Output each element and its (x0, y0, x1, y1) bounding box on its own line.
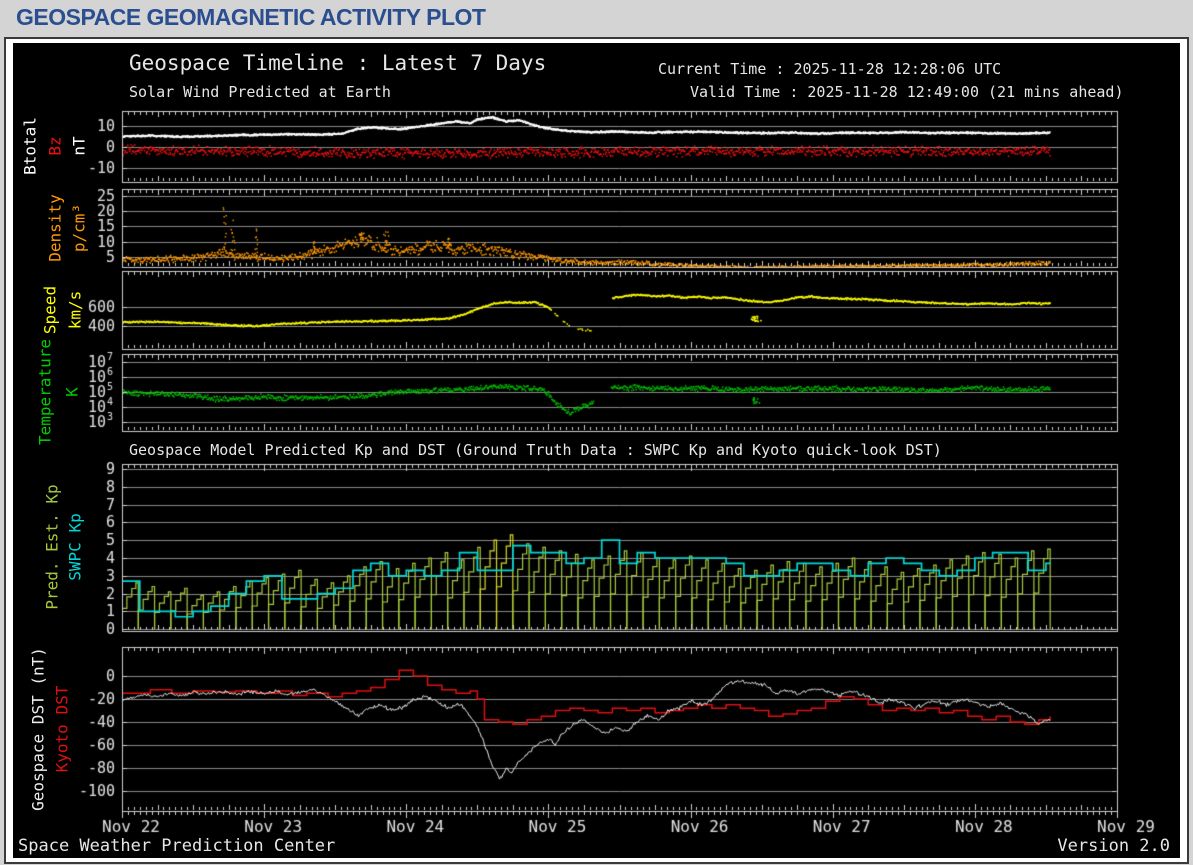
axis-label-pcm3: p/cm³ (70, 204, 89, 252)
axis-label-kms: km/s (66, 291, 85, 330)
kp-dst-section-title: Geospace Model Predicted Kp and DST (Gro… (129, 441, 942, 459)
axis-label-temperature: Temperature (36, 339, 55, 445)
footer-version: Version 2.0 (1057, 836, 1170, 856)
axis-label-kelvin: K (63, 387, 82, 397)
plot-title: Geospace Timeline : Latest 7 Days (129, 51, 546, 75)
geospace-activity-page: GEOSPACE GEOMAGNETIC ACTIVITY PLOT Geosp… (0, 0, 1193, 865)
footer-swpc: Space Weather Prediction Center (18, 836, 335, 856)
plot-frame: Geospace Timeline : Latest 7 Days Curren… (4, 37, 1189, 864)
plot-background: Geospace Timeline : Latest 7 Days Curren… (13, 43, 1180, 858)
axis-label-pred-est-kp: Pred. Est. Kp (43, 484, 62, 609)
axis-label-btotal: Btotal (21, 117, 40, 175)
solar-wind-subtitle: Solar Wind Predicted at Earth (129, 83, 391, 101)
axis-label-geospace-dst: Geospace DST (nT) (29, 647, 48, 811)
axis-label-density: Density (46, 194, 65, 261)
axis-label-speed: Speed (41, 286, 60, 334)
axis-label-nt: nT (70, 136, 89, 155)
current-time-label: Current Time : 2025-11-28 12:28:06 UTC (658, 60, 1001, 78)
valid-time-label: Valid Time : 2025-11-28 12:49:00 (21 min… (690, 83, 1123, 101)
axis-label-swpc-kp: SWPC Kp (66, 513, 85, 580)
page-title: GEOSPACE GEOMAGNETIC ACTIVITY PLOT (16, 4, 485, 31)
axis-label-bz: Bz (46, 136, 65, 155)
axis-label-kyoto-dst: Kyoto DST (53, 686, 72, 773)
